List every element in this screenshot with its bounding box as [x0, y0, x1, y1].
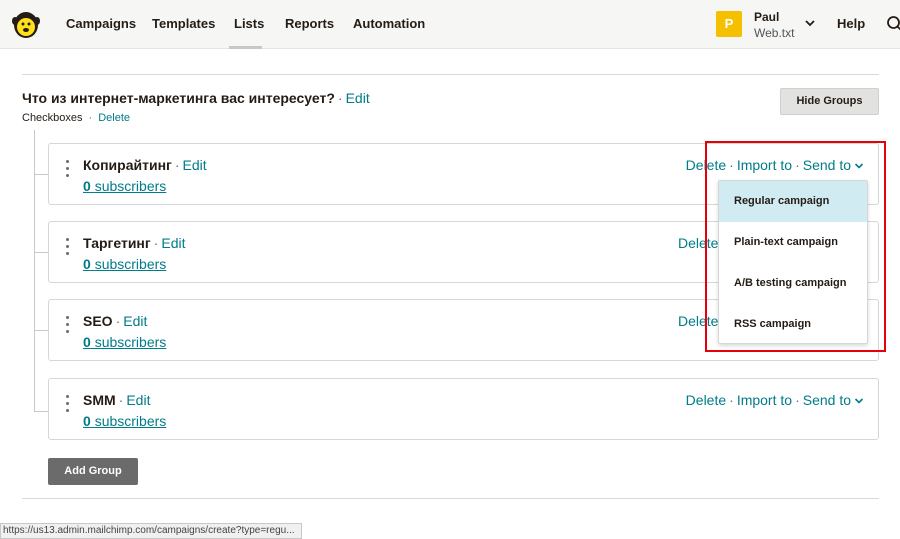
delete-interest-link[interactable]: Delete: [686, 392, 726, 408]
add-group-button[interactable]: Add Group: [48, 458, 138, 485]
interest-name-row: SEO · Edit: [83, 313, 147, 329]
interest-name-row: SMM · Edit: [83, 392, 150, 408]
subscribers-label: subscribers: [94, 334, 167, 350]
tree-connector-tick: [34, 252, 48, 253]
hide-groups-button[interactable]: Hide Groups: [780, 88, 879, 115]
edit-interest-link[interactable]: Edit: [161, 235, 185, 251]
interest-name: SMM: [83, 392, 116, 408]
highlight-annotation-box: [705, 141, 886, 352]
interest-name: SEO: [83, 313, 113, 329]
tree-connector-tick: [34, 411, 48, 412]
send-to-link[interactable]: Send to: [803, 392, 851, 408]
chevron-down-icon[interactable]: [854, 396, 864, 406]
tree-connector-tick: [34, 330, 48, 331]
nav-reports[interactable]: Reports: [285, 16, 334, 31]
drag-handle-icon[interactable]: [66, 395, 70, 417]
separator-dot: ·: [115, 313, 121, 329]
subscribers-label: subscribers: [94, 413, 167, 429]
drag-handle-icon[interactable]: [66, 160, 70, 182]
subscribers-link[interactable]: 0 subscribers: [83, 413, 166, 429]
group-type: Checkboxes: [22, 112, 83, 124]
subscriber-count: 0: [83, 178, 91, 194]
nav-campaigns[interactable]: Campaigns: [66, 16, 136, 31]
tree-connector: [34, 130, 35, 412]
drag-handle-icon[interactable]: [66, 316, 70, 338]
edit-interest-link[interactable]: Edit: [126, 392, 150, 408]
subscribers-link[interactable]: 0 subscribers: [83, 178, 166, 194]
user-org[interactable]: Web.txt: [754, 26, 794, 40]
separator-dot: ·: [729, 392, 734, 408]
nav-lists[interactable]: Lists: [234, 16, 264, 31]
group-header: Что из интернет-маркетинга вас интересуе…: [22, 90, 370, 106]
edit-interest-link[interactable]: Edit: [183, 157, 207, 173]
divider: [22, 74, 879, 75]
group-title: Что из интернет-маркетинга вас интересуе…: [22, 90, 335, 106]
separator-dot: ·: [153, 235, 159, 251]
nav-automation[interactable]: Automation: [353, 16, 425, 31]
tree-connector-tick: [34, 174, 48, 175]
interest-name-row: Таргетинг · Edit: [83, 235, 186, 251]
subscriber-count: 0: [83, 334, 91, 350]
subscribers-link[interactable]: 0 subscribers: [83, 256, 166, 272]
separator-dot: ·: [88, 112, 93, 124]
drag-handle-icon[interactable]: [66, 238, 70, 260]
nav-templates[interactable]: Templates: [152, 16, 215, 31]
help-link[interactable]: Help: [837, 16, 865, 31]
edit-interest-link[interactable]: Edit: [123, 313, 147, 329]
divider: [22, 498, 879, 499]
edit-group-link[interactable]: Edit: [346, 90, 370, 106]
top-navigation-bar: Campaigns Templates Lists Reports Automa…: [0, 0, 900, 49]
subscribers-link[interactable]: 0 subscribers: [83, 334, 166, 350]
mailchimp-logo-icon[interactable]: [10, 7, 42, 41]
browser-status-bar: https://us13.admin.mailchimp.com/campaig…: [0, 523, 302, 539]
interest-name-row: Копирайтинг · Edit: [83, 157, 207, 173]
interest-name: Таргетинг: [83, 235, 151, 251]
subscribers-label: subscribers: [94, 178, 167, 194]
chevron-down-icon[interactable]: [804, 17, 816, 29]
avatar[interactable]: P: [716, 11, 742, 37]
delete-group-link[interactable]: Delete: [98, 112, 130, 124]
nav-active-indicator: [229, 46, 262, 49]
import-to-link[interactable]: Import to: [737, 392, 792, 408]
separator-dot: ·: [118, 392, 124, 408]
subscriber-count: 0: [83, 413, 91, 429]
separator-dot: ·: [795, 392, 800, 408]
interest-actions: Delete · Import to · Send to: [686, 392, 864, 408]
separator-dot: ·: [174, 157, 180, 173]
group-meta: Checkboxes · Delete: [22, 112, 130, 124]
subscriber-count: 0: [83, 256, 91, 272]
subscribers-label: subscribers: [94, 256, 167, 272]
interest-card: SMM · Edit 0 subscribers Delete · Import to ·…: [48, 378, 879, 440]
separator-dot: ·: [337, 90, 343, 106]
user-name[interactable]: Paul: [754, 10, 779, 24]
search-icon[interactable]: [886, 15, 900, 33]
interest-name: Копирайтинг: [83, 157, 172, 173]
